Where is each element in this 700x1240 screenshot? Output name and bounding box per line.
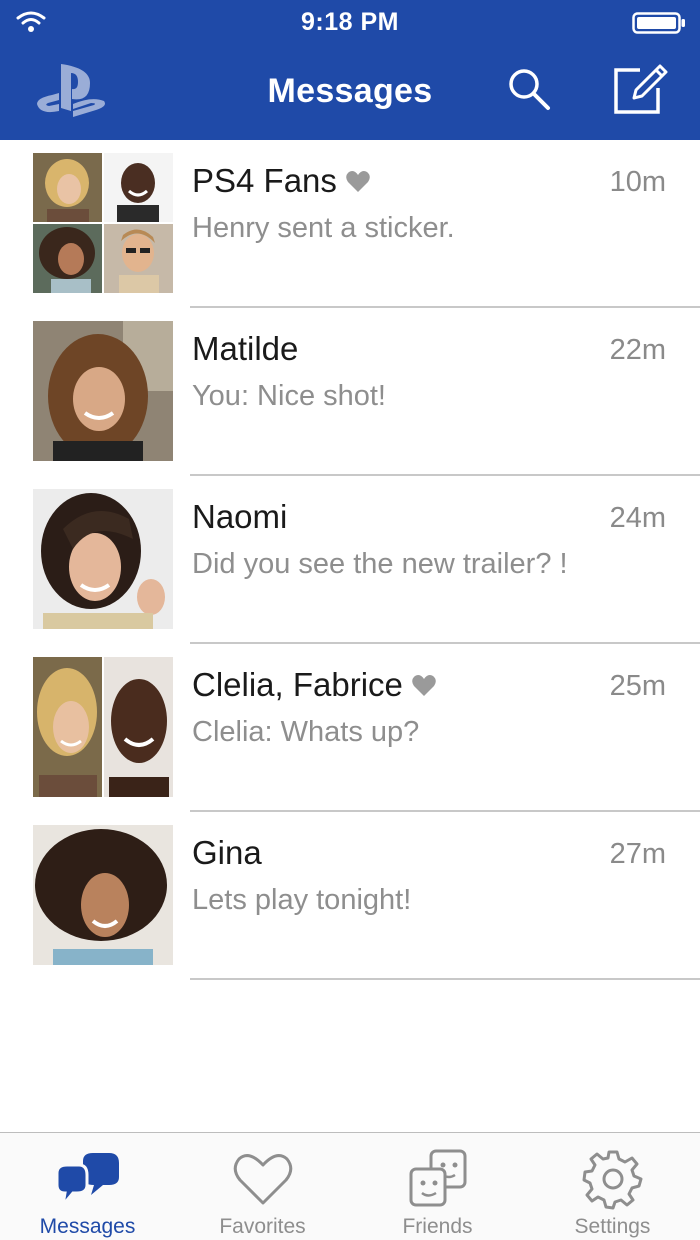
nav-bar: Messages — [0, 44, 700, 140]
conversation-time: 25m — [609, 670, 666, 702]
heart-icon — [233, 1154, 292, 1205]
conversation-row[interactable]: Gina 27m Lets play tonight! — [0, 812, 700, 980]
tab-label: Messages — [39, 1215, 136, 1238]
conversation-preview: Henry sent a sticker. — [192, 212, 455, 244]
conversation-preview: Did you see the new trailer? ! — [192, 548, 568, 580]
messages-icon — [55, 1153, 119, 1211]
conversation-row[interactable]: PS4 Fans 10m Henry sent a sticker. — [0, 140, 700, 308]
tab-settings[interactable]: Settings — [525, 1133, 700, 1240]
conversation-preview: You: Nice shot! — [192, 380, 386, 412]
search-icon[interactable] — [504, 64, 554, 114]
status-time: 9:18 PM — [301, 8, 399, 36]
tab-bar: Messages Favorites Friends Settings — [0, 1132, 700, 1240]
conversation-list: PS4 Fans 10m Henry sent a sticker. Matil… — [0, 140, 700, 980]
tab-label: Favorites — [219, 1215, 306, 1238]
app-header: 9:18 PM Messages — [0, 0, 700, 140]
status-bar: 9:18 PM — [0, 0, 700, 44]
group-avatar — [33, 657, 173, 797]
conversation-title: PS4 Fans — [192, 162, 371, 200]
conversation-row[interactable]: Clelia, Fabrice 25m Clelia: Whats up? — [0, 644, 700, 812]
row-divider — [190, 978, 700, 980]
gear-icon — [582, 1150, 642, 1210]
tab-friends[interactable]: Friends — [350, 1133, 525, 1240]
conversation-time: 22m — [609, 334, 666, 366]
favorite-heart-icon — [346, 171, 370, 192]
tab-favorites[interactable]: Favorites — [175, 1133, 350, 1240]
friends-icon — [409, 1149, 466, 1207]
conversation-time: 10m — [609, 166, 666, 198]
page-title: Messages — [267, 72, 433, 110]
conversation-title: Naomi — [192, 498, 288, 535]
conversation-row[interactable]: Naomi 24m Did you see the new trailer? ! — [0, 476, 700, 644]
avatar — [33, 825, 173, 965]
conversation-preview: Clelia: Whats up? — [192, 716, 420, 748]
tab-label: Friends — [402, 1215, 473, 1238]
avatar — [33, 321, 173, 461]
battery-icon — [632, 12, 685, 34]
conversation-time: 27m — [609, 838, 666, 870]
conversation-title: Gina — [192, 834, 262, 871]
conversation-title: Matilde — [192, 330, 299, 367]
group-avatar — [33, 153, 173, 293]
compose-icon[interactable] — [610, 60, 668, 118]
favorite-heart-icon — [412, 675, 436, 696]
conversation-title: Clelia, Fabrice — [192, 666, 437, 704]
tab-messages[interactable]: Messages — [0, 1133, 175, 1240]
conversation-time: 24m — [609, 502, 666, 534]
avatar — [33, 489, 173, 629]
conversation-row[interactable]: Matilde 22m You: Nice shot! — [0, 308, 700, 476]
tab-label: Settings — [574, 1215, 651, 1238]
conversation-preview: Lets play tonight! — [192, 884, 412, 916]
